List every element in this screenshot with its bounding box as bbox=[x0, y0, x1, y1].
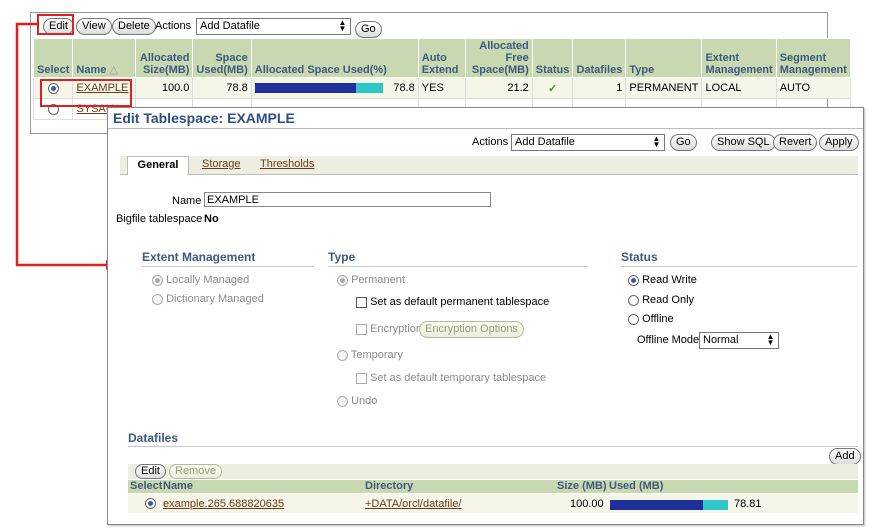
edit-datafile-button[interactable]: Edit bbox=[135, 464, 166, 479]
default-permanent-label: Set as default permanent tablespace bbox=[370, 296, 550, 308]
type-heading: Type bbox=[328, 250, 588, 267]
df-col-used: Used (MB) bbox=[609, 480, 664, 492]
datafile-directory-link[interactable]: +DATA/orcl/datafile/ bbox=[365, 498, 462, 510]
offline-mode-label: Offline Mode bbox=[637, 334, 700, 346]
read-only-label: Read Only bbox=[642, 294, 695, 306]
datafiles-divider bbox=[128, 446, 858, 447]
temporary-option: Temporary bbox=[337, 349, 403, 361]
bigfile-value: No bbox=[204, 213, 219, 225]
offline-radio[interactable] bbox=[628, 313, 639, 325]
tab-thresholds[interactable]: Thresholds bbox=[260, 158, 314, 170]
dialog-title: Edit Tablespace: EXAMPLE bbox=[113, 110, 295, 126]
default-temporary-label: Set as default temporary tablespace bbox=[370, 372, 547, 384]
dictionary-managed-radio[interactable] bbox=[152, 293, 163, 305]
default-temporary-checkbox[interactable] bbox=[356, 372, 367, 384]
remove-datafile-button[interactable]: Remove bbox=[169, 464, 222, 479]
undo-option: Undo bbox=[337, 395, 377, 407]
offline-label: Offline bbox=[642, 313, 674, 325]
datafile-table-header bbox=[128, 480, 858, 493]
offline-mode-value: Normal bbox=[703, 334, 739, 346]
apply-button[interactable]: Apply bbox=[819, 134, 859, 151]
df-col-name: Name bbox=[163, 480, 193, 492]
select-arrows-icon: ▲ ▼ bbox=[652, 134, 661, 149]
locally-managed-option: Locally Managed bbox=[152, 274, 249, 286]
encryption-option: Encryption bbox=[356, 323, 422, 335]
status-heading: Status bbox=[621, 250, 857, 267]
offline-option: Offline bbox=[628, 313, 674, 325]
dialog-actions-label: Actions bbox=[472, 136, 509, 148]
extent-management-heading: Extent Management bbox=[142, 250, 314, 267]
dialog-go-button[interactable]: Go bbox=[670, 134, 697, 151]
df-col-select: Select bbox=[130, 480, 163, 492]
dictionary-managed-label: Dictionary Managed bbox=[166, 293, 264, 305]
read-write-option: Read Write bbox=[628, 274, 697, 286]
read-only-radio[interactable] bbox=[628, 294, 639, 306]
name-label: Name bbox=[172, 195, 202, 207]
encryption-options-button[interactable]: Encryption Options bbox=[419, 321, 524, 338]
dictionary-managed-option: Dictionary Managed bbox=[152, 293, 264, 305]
permanent-radio[interactable] bbox=[337, 274, 348, 286]
locally-managed-radio[interactable] bbox=[152, 274, 163, 286]
permanent-option: Permanent bbox=[337, 274, 405, 286]
tab-storage[interactable]: Storage bbox=[202, 158, 241, 170]
encryption-checkbox[interactable] bbox=[356, 323, 367, 335]
bigfile-label: Bigfile tablespace bbox=[116, 213, 203, 225]
dialog-actions-select[interactable]: Add Datafile ▲ ▼ bbox=[511, 134, 665, 151]
read-write-label: Read Write bbox=[642, 274, 697, 286]
select-arrows-icon: ▲ ▼ bbox=[766, 332, 775, 347]
df-col-directory: Directory bbox=[365, 480, 414, 492]
read-write-radio[interactable] bbox=[628, 274, 639, 286]
revert-button[interactable]: Revert bbox=[773, 134, 818, 151]
tab-general[interactable]: General bbox=[127, 156, 189, 175]
datafile-usage-bar bbox=[610, 500, 728, 510]
undo-radio[interactable] bbox=[337, 395, 348, 407]
temporary-label: Temporary bbox=[350, 349, 403, 361]
name-input[interactable] bbox=[204, 192, 491, 207]
default-permanent-checkbox[interactable] bbox=[356, 296, 367, 308]
df-col-size: Size (MB) bbox=[557, 480, 607, 492]
datafiles-heading: Datafiles bbox=[128, 431, 179, 445]
datafile-select-radio[interactable] bbox=[145, 498, 156, 509]
temporary-radio[interactable] bbox=[337, 349, 348, 361]
undo-label: Undo bbox=[351, 395, 378, 407]
datafile-name-link[interactable]: example.265.688820635 bbox=[163, 498, 284, 510]
dialog-actions-select-value: Add Datafile bbox=[515, 136, 575, 148]
datafile-used: 78.81 bbox=[734, 498, 762, 510]
default-permanent-option: Set as default permanent tablespace bbox=[356, 296, 549, 308]
default-temporary-option: Set as default temporary tablespace bbox=[356, 372, 546, 384]
datafile-size: 100.00 bbox=[570, 498, 604, 510]
datafile-usage-bar-fill bbox=[610, 500, 703, 510]
edit-tablespace-dialog: Edit Tablespace: EXAMPLE Actions Add Dat… bbox=[107, 107, 864, 525]
add-datafile-button[interactable]: Add bbox=[829, 448, 861, 465]
show-sql-button[interactable]: Show SQL bbox=[711, 134, 776, 151]
title-divider bbox=[108, 128, 863, 129]
encryption-label: Encryption bbox=[370, 323, 423, 335]
permanent-label: Permanent bbox=[351, 274, 405, 286]
offline-mode-select[interactable]: Normal ▲ ▼ bbox=[699, 332, 779, 349]
datafile-toolbar bbox=[128, 464, 858, 479]
read-only-option: Read Only bbox=[628, 294, 694, 306]
locally-managed-label: Locally Managed bbox=[166, 274, 250, 286]
